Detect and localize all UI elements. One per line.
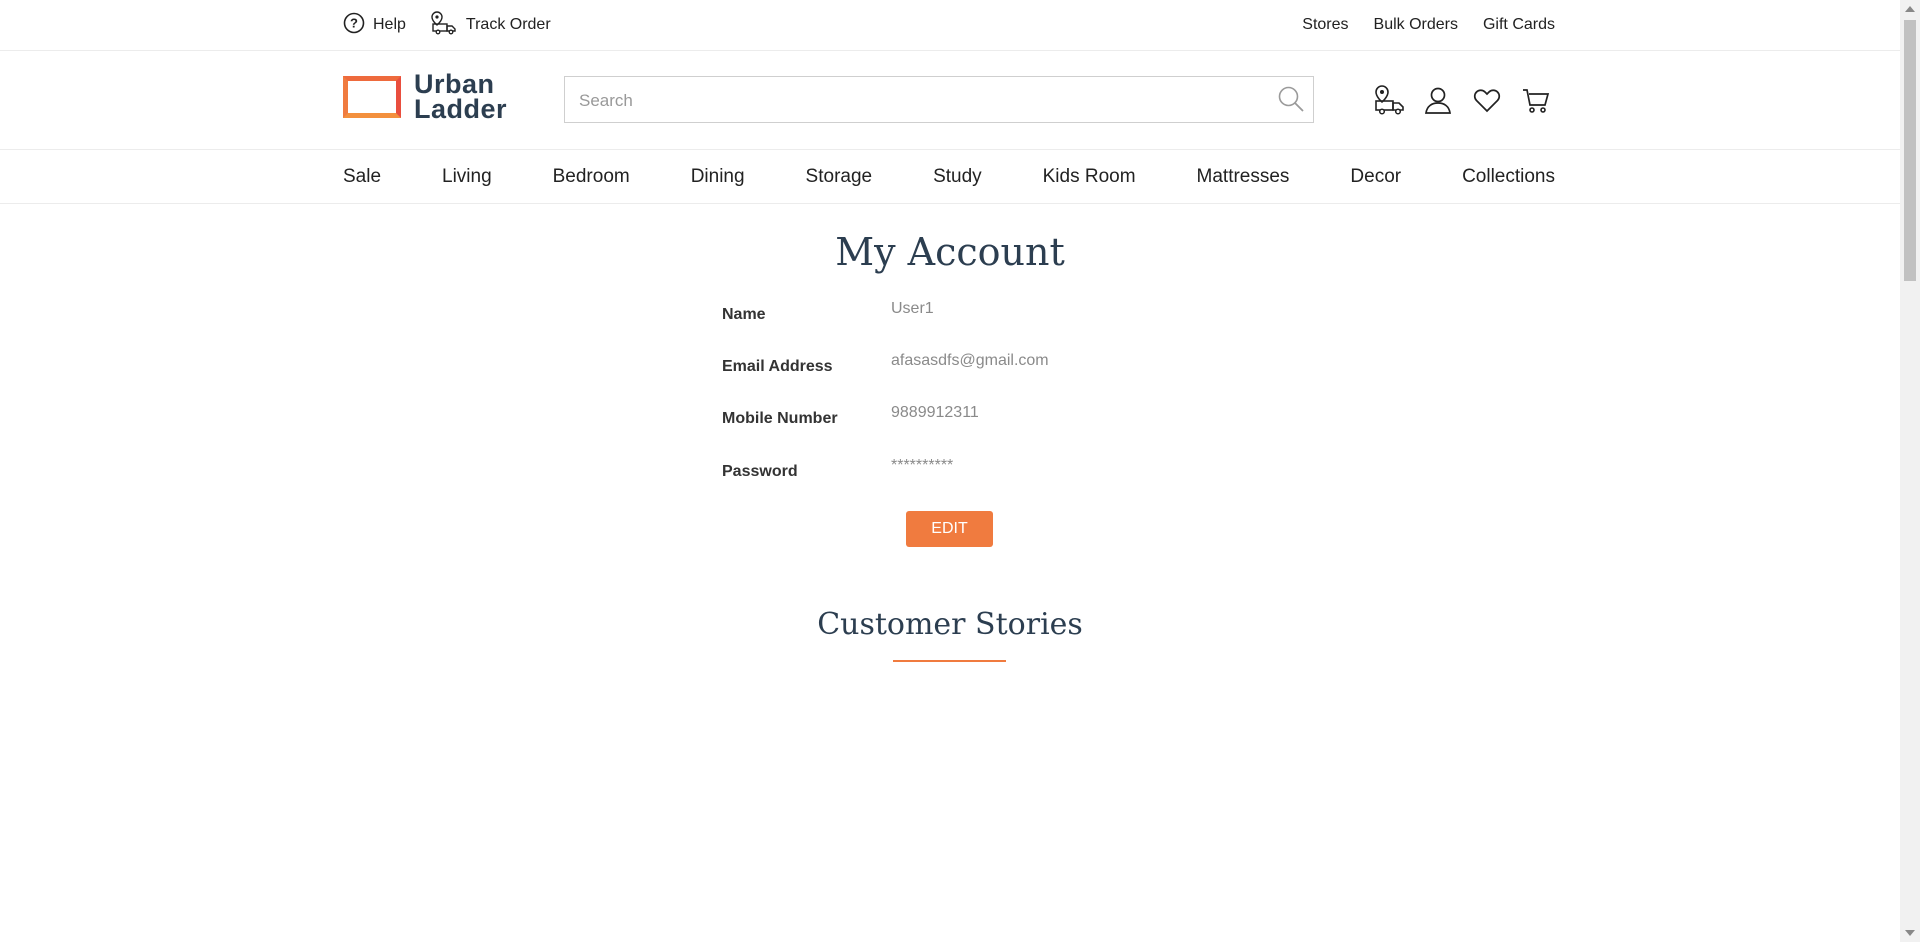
help-icon: ? xyxy=(343,12,373,39)
top-utility-left: ? Help Track Order xyxy=(343,10,575,40)
logo-text: Urban Ladder xyxy=(414,71,508,124)
password-label: Password xyxy=(722,463,798,480)
nav-item-storage[interactable]: Storage xyxy=(806,166,873,188)
name-value: User1 xyxy=(891,300,934,317)
urban-ladder-logo[interactable]: Urban Ladder xyxy=(343,71,508,124)
top-utility-bar-inner: ? Help Track Order Stores Bulk Orders Gi… xyxy=(343,0,1555,50)
track-order-icon xyxy=(430,10,466,40)
account-row-password: Password ********** xyxy=(722,457,1122,487)
scroll-up-arrow-icon[interactable] xyxy=(1905,6,1915,12)
track-order-link[interactable]: Track Order xyxy=(430,10,551,40)
search-box xyxy=(564,76,1314,124)
customer-stories-heading: Customer Stories xyxy=(817,607,1083,642)
category-nav-list: Sale Living Bedroom Dining Storage Study… xyxy=(343,150,1555,203)
nav-item-mattresses[interactable]: Mattresses xyxy=(1197,166,1290,188)
email-value: afasasdfs@gmail.com xyxy=(891,352,1049,369)
search-input[interactable] xyxy=(577,77,1261,124)
nav-item-decor[interactable]: Decor xyxy=(1350,166,1401,188)
scroll-down-arrow-icon[interactable] xyxy=(1905,930,1915,936)
wishlist-heart-icon[interactable] xyxy=(1470,83,1504,117)
email-label: Email Address xyxy=(722,358,833,375)
logo-line-2: Ladder xyxy=(414,94,508,124)
help-link[interactable]: ? Help xyxy=(343,12,406,39)
nav-item-bedroom[interactable]: Bedroom xyxy=(553,166,630,188)
logo-mark-icon xyxy=(343,76,401,118)
name-label: Name xyxy=(722,306,766,323)
nav-item-study[interactable]: Study xyxy=(933,166,982,188)
category-nav: Sale Living Bedroom Dining Storage Study… xyxy=(0,150,1900,204)
cart-icon[interactable] xyxy=(1519,83,1553,117)
account-row-email: Email Address afasasdfs@gmail.com xyxy=(722,352,1122,382)
mobile-value: 9889912311 xyxy=(891,404,979,421)
mobile-label: Mobile Number xyxy=(722,410,838,427)
main-header: Urban Ladder xyxy=(0,51,1900,150)
edit-account-button[interactable]: EDIT xyxy=(906,511,993,547)
search-icon[interactable] xyxy=(1277,85,1305,118)
bulk-orders-link[interactable]: Bulk Orders xyxy=(1374,16,1458,34)
nav-item-sale[interactable]: Sale xyxy=(343,166,381,188)
nav-item-kids-room[interactable]: Kids Room xyxy=(1043,166,1136,188)
nav-item-dining[interactable]: Dining xyxy=(691,166,745,188)
heading-underline xyxy=(893,660,1006,662)
svg-text:?: ? xyxy=(350,15,358,30)
track-order-label: Track Order xyxy=(465,16,551,33)
page-title: My Account xyxy=(835,230,1065,274)
stores-link[interactable]: Stores xyxy=(1302,16,1348,34)
top-utility-right: Stores Bulk Orders Gift Cards xyxy=(1277,16,1555,34)
top-utility-bar: ? Help Track Order Stores Bulk Orders Gi… xyxy=(0,0,1900,51)
header-icon-group xyxy=(1372,83,1568,117)
nav-item-collections[interactable]: Collections xyxy=(1462,166,1555,188)
account-row-mobile: Mobile Number 9889912311 xyxy=(722,404,1122,434)
account-row-name: Name User1 xyxy=(722,300,1122,330)
gift-cards-link[interactable]: Gift Cards xyxy=(1483,16,1555,34)
user-icon[interactable] xyxy=(1421,83,1455,117)
help-label: Help xyxy=(373,16,406,33)
store-locator-icon[interactable] xyxy=(1372,83,1406,117)
password-value: ********** xyxy=(891,457,954,474)
page-scrollbar[interactable] xyxy=(1900,0,1920,942)
nav-item-living[interactable]: Living xyxy=(442,166,492,188)
scrollbar-thumb[interactable] xyxy=(1904,20,1916,281)
